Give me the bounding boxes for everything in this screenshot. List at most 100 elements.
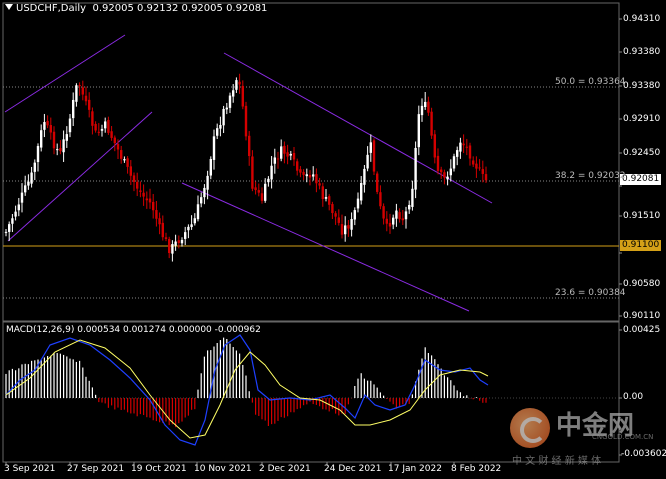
price-tick: 0.92450 (623, 148, 661, 158)
watermark-domain: CNGOLD.COM.CN (592, 433, 654, 441)
fib-38-label: 38.2 = 0.92032 (555, 171, 626, 181)
date-label: 24 Dec 2021 (324, 464, 382, 474)
candle-body (148, 198, 152, 203)
candle-body (244, 105, 248, 137)
macd-bar (171, 398, 173, 425)
macd-bar (383, 395, 385, 398)
candle-body (321, 186, 324, 200)
candle-body (161, 222, 164, 238)
macd-bar (8, 370, 10, 398)
macd-bar (447, 377, 449, 398)
candle-body (318, 183, 321, 186)
date-label: 8 Feb 2022 (451, 464, 502, 474)
candle-body (408, 204, 411, 210)
macd-bar (248, 391, 250, 398)
candle-body (392, 217, 395, 225)
macd-bar (459, 392, 461, 398)
macd-bar (287, 398, 289, 417)
candle-body (388, 222, 392, 227)
price-tick: 0.90580 (623, 279, 661, 289)
candle-body (91, 111, 94, 126)
macd-bar (274, 398, 276, 424)
candle-body (404, 211, 408, 220)
candle-body (414, 147, 417, 190)
candle-body (196, 204, 200, 220)
candle-body (363, 168, 366, 185)
candle-body (430, 111, 433, 136)
candle-body (478, 167, 481, 169)
candle-body (372, 140, 376, 172)
macd-bar (466, 395, 468, 398)
candle-body (139, 190, 142, 192)
candles-group (4, 73, 488, 262)
macd-bar (370, 380, 372, 398)
candle-body (308, 174, 312, 178)
candle-body (136, 181, 139, 189)
macd-bar (114, 398, 116, 410)
candle-body (62, 139, 65, 153)
macd-bar (255, 398, 257, 415)
macd-bar (27, 364, 29, 398)
macd-bar (219, 340, 221, 398)
price-tick: 0.92910 (623, 114, 661, 124)
candle-body (420, 105, 424, 116)
candle-body (184, 232, 187, 239)
candle-body (331, 204, 334, 214)
candle-body (315, 174, 318, 184)
candle-body (43, 122, 46, 130)
macd-bar (95, 394, 97, 398)
candle-body (395, 210, 398, 219)
candle-body (155, 210, 158, 219)
macd-bar (402, 398, 404, 405)
candle-body (24, 185, 27, 193)
macd-bar (271, 398, 273, 425)
price-tick: 0.90110 (623, 311, 661, 321)
candle-body (344, 225, 347, 235)
macd-bar (152, 398, 154, 421)
macd-bar (53, 352, 55, 398)
upper-channel-line-1[interactable] (4, 34, 126, 113)
candle-body (203, 187, 206, 198)
macd-bar (395, 398, 397, 409)
candle-body (164, 237, 168, 240)
macd-bar (175, 398, 177, 428)
macd-bar (431, 355, 433, 398)
candle-body (206, 175, 209, 190)
candle-body (241, 85, 244, 107)
candle-body (347, 225, 350, 229)
candle-body (324, 197, 328, 199)
candle-body (40, 130, 43, 148)
macd-bar (389, 398, 391, 402)
macd-bar (194, 398, 196, 410)
candle-body (200, 197, 203, 204)
candle-body (222, 108, 225, 126)
candle-body (97, 131, 100, 133)
candle-body (299, 169, 302, 173)
triangle-down-icon[interactable] (5, 4, 13, 10)
macd-bar (367, 380, 369, 398)
watermark-logo-icon (510, 408, 550, 448)
candle-body (427, 101, 430, 113)
candle-body (4, 231, 8, 233)
candle-body (276, 158, 280, 160)
date-label: 10 Nov 2021 (194, 464, 252, 474)
candle-body (123, 159, 126, 161)
lower-channel-line-2[interactable] (181, 182, 470, 312)
candle-body (356, 198, 360, 209)
macd-bar (91, 387, 93, 398)
macd-bar (165, 398, 167, 422)
current-price-tag: 0.92081 (620, 174, 662, 185)
candle-body (8, 224, 11, 232)
candle-body (376, 173, 379, 192)
candle-body (264, 183, 267, 201)
macd-bar (85, 376, 87, 398)
candle-body (350, 219, 353, 230)
date-label: 19 Oct 2021 (131, 464, 187, 474)
date-label: 17 Jan 2022 (388, 464, 442, 474)
candle-body (312, 174, 315, 177)
macd-bar (75, 361, 77, 398)
candle-body (75, 85, 78, 102)
candle-body (385, 218, 388, 224)
macd-bar (229, 343, 231, 398)
candle-body (292, 152, 296, 160)
